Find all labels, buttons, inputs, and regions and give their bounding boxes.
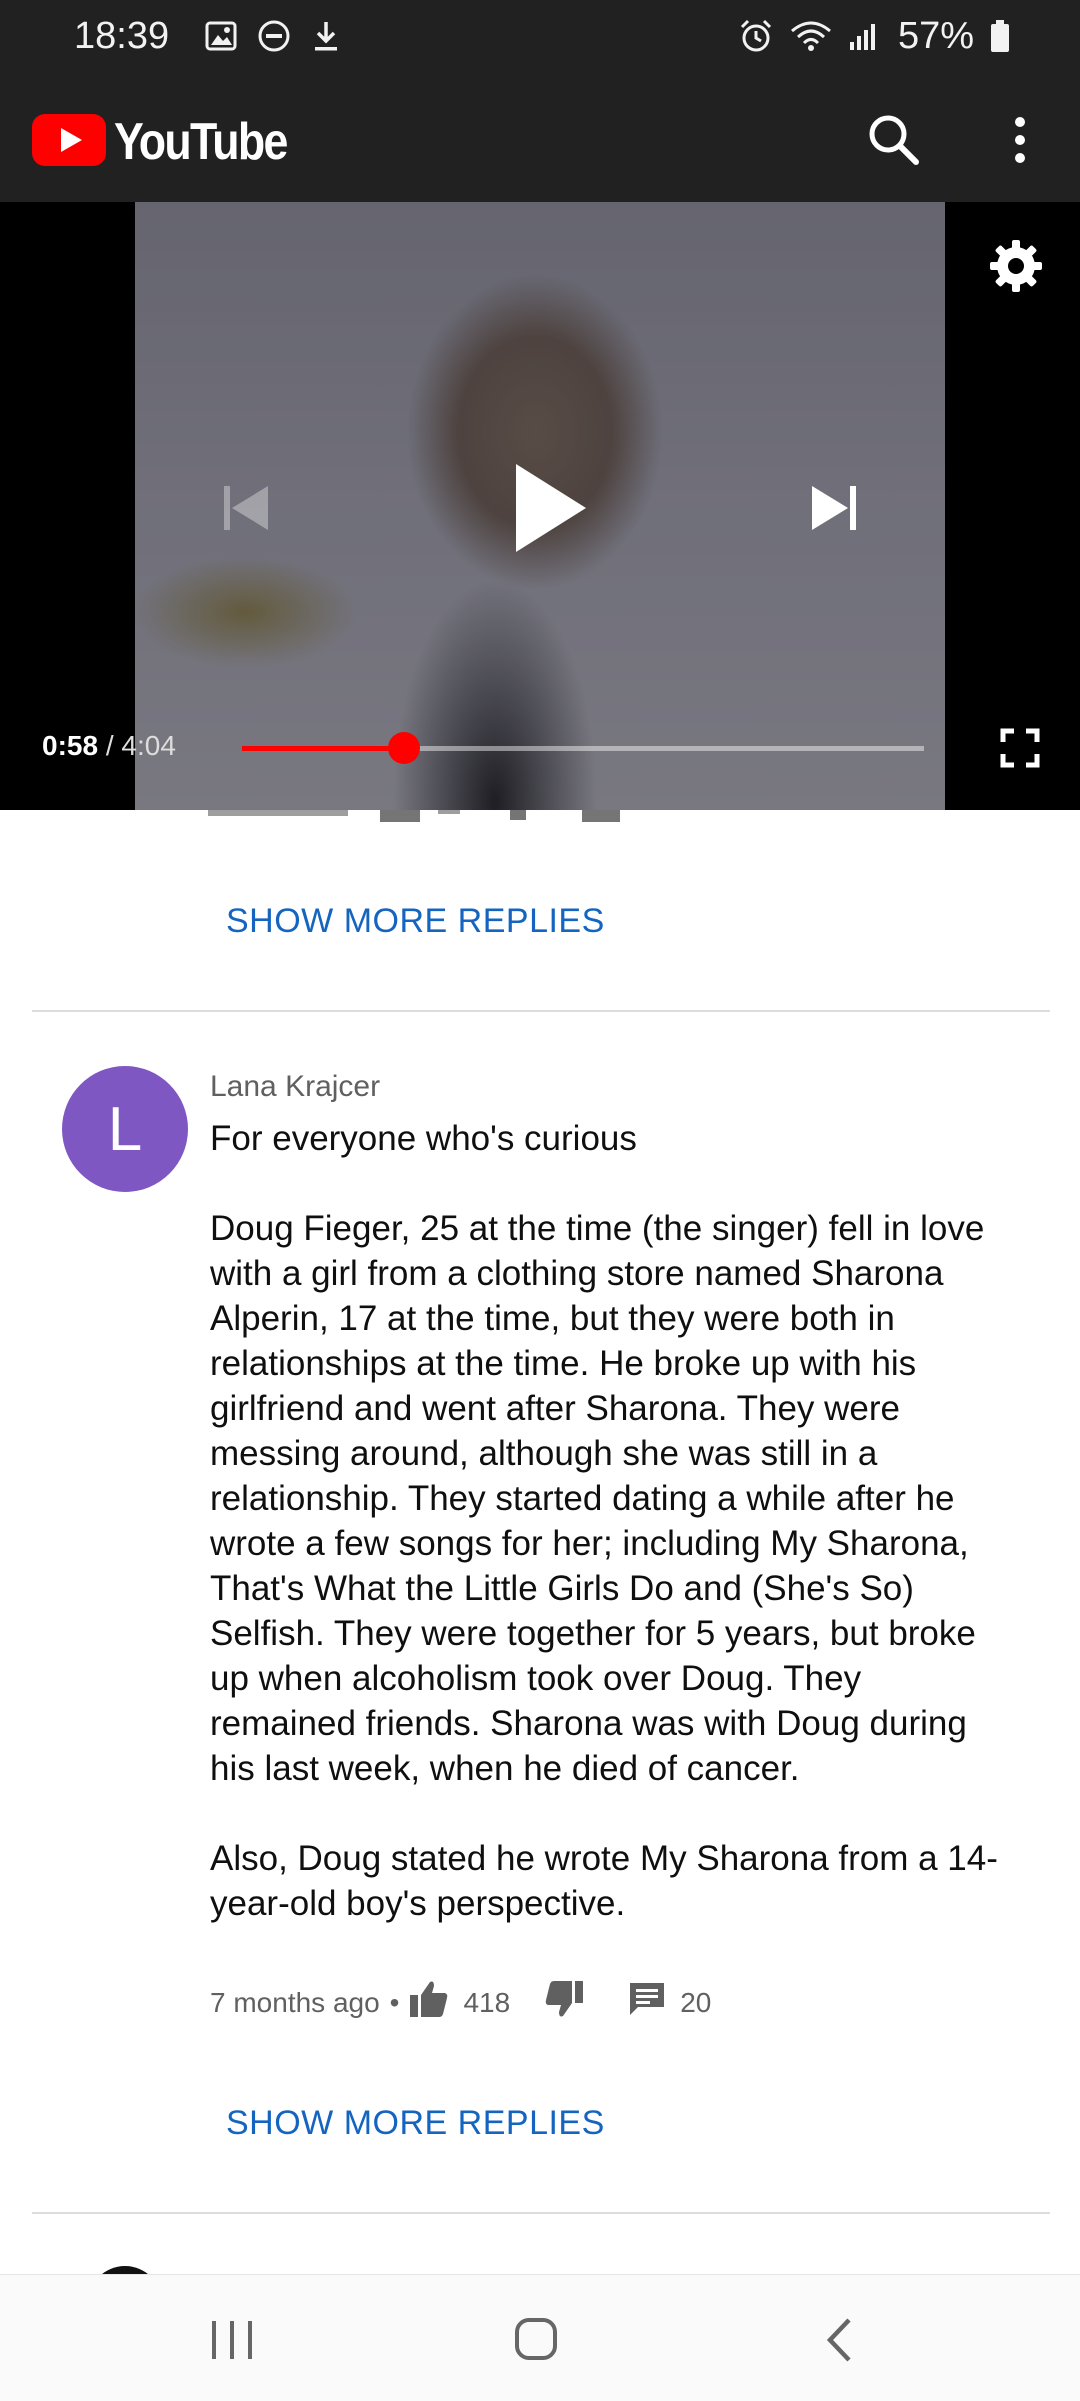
video-player[interactable]: 0:58 / 4:04 [0, 202, 1080, 810]
fullscreen-icon [1000, 728, 1040, 768]
search-icon [869, 115, 919, 165]
avatar[interactable]: L [62, 1066, 188, 1192]
comment-actions: 7 months ago • 418 20 [210, 1980, 745, 2025]
search-button[interactable] [862, 108, 926, 172]
fullscreen-button[interactable] [1000, 728, 1040, 768]
status-bar: 18:39 57% [0, 0, 1080, 72]
recents-button[interactable] [206, 2319, 258, 2361]
show-more-replies-link[interactable]: SHOW MORE REPLIES [226, 2104, 605, 2143]
comment-divider [32, 2212, 1050, 2214]
play-icon [516, 464, 586, 552]
like-button[interactable] [409, 1980, 449, 2025]
back-button[interactable] [824, 2317, 854, 2363]
battery-icon [990, 19, 1010, 53]
wifi-icon [790, 19, 832, 53]
dnd-icon [257, 19, 291, 53]
home-icon [515, 2318, 557, 2360]
thumbs-up-icon [410, 1981, 448, 2017]
previous-video-button[interactable] [218, 480, 274, 536]
download-icon [311, 19, 341, 53]
time-separator: / [105, 730, 114, 761]
signal-icon [848, 20, 882, 52]
current-time: 0:58 [42, 730, 99, 761]
back-chevron-icon [826, 2318, 851, 2362]
play-button[interactable] [510, 460, 590, 556]
alarm-icon [738, 18, 774, 54]
system-nav-bar [0, 2274, 1080, 2401]
skip-previous-icon [224, 486, 268, 530]
dislike-button[interactable] [544, 1980, 584, 2025]
player-settings-button[interactable] [988, 238, 1044, 294]
youtube-play-logo-icon [32, 113, 106, 171]
video-duration: 4:04 [121, 730, 176, 761]
comment-divider [32, 1010, 1050, 1012]
like-count: 418 [463, 1986, 511, 2018]
home-button[interactable] [514, 2317, 558, 2361]
comment-text: For everyone who's curious Doug Fieger, … [210, 1119, 998, 1923]
show-more-replies-link[interactable]: SHOW MORE REPLIES [226, 902, 605, 941]
comment-time: 7 months ago [210, 1986, 380, 2018]
next-video-button[interactable] [806, 480, 862, 536]
recents-icon [212, 2321, 252, 2359]
reply-count: 20 [680, 1986, 712, 2018]
gallery-icon [205, 21, 237, 51]
thumbs-down-icon [545, 1981, 584, 2017]
battery-percent: 57% [897, 14, 974, 57]
more-vert-icon [1015, 117, 1025, 163]
app-bar: YouTube [0, 72, 1080, 202]
time-readout: 0:58 / 4:04 [42, 730, 176, 762]
skip-next-icon [812, 486, 856, 530]
youtube-logo[interactable]: YouTube [32, 112, 315, 172]
comment-icon [630, 1983, 665, 2015]
gear-icon [990, 240, 1042, 292]
status-time: 18:39 [74, 14, 170, 57]
meta-separator: • [389, 1986, 400, 2018]
youtube-wordmark: YouTube [114, 113, 288, 171]
comment-author[interactable]: Lana Krajcer [210, 1070, 380, 1104]
seek-bar[interactable] [242, 732, 924, 764]
reply-button[interactable] [628, 1981, 666, 2024]
more-options-button[interactable] [1004, 108, 1036, 172]
seek-bar-played [242, 746, 405, 751]
previous-comment-meta-partial [0, 810, 1080, 826]
